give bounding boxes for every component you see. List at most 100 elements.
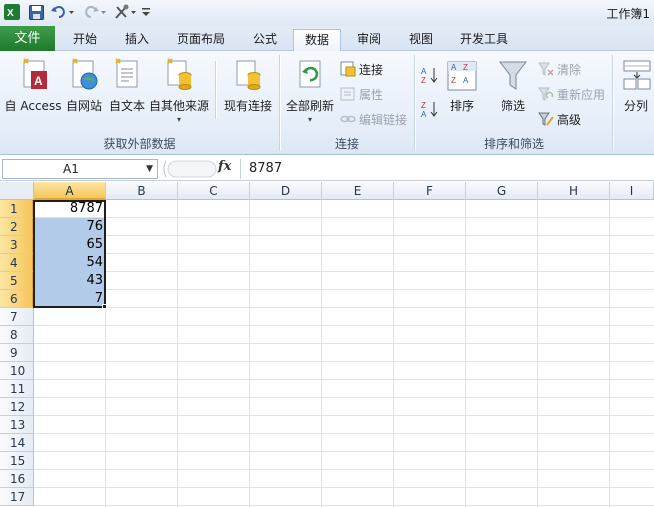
insert-function-icon[interactable]: fx: [218, 159, 231, 174]
column-header-g[interactable]: G: [466, 182, 538, 200]
connections-label: 连接: [359, 62, 384, 77]
gridline: [34, 451, 654, 452]
row-header-17[interactable]: 17: [0, 488, 34, 506]
tab-view[interactable]: 视图: [399, 29, 443, 51]
from-other-sources-label: 自其他来源: [148, 99, 209, 113]
fill-handle[interactable]: [102, 304, 107, 309]
refresh-all-button[interactable]: 全部刷新 ▾: [284, 55, 336, 133]
column-header-d[interactable]: D: [250, 182, 322, 200]
sort-descending-button[interactable]: ZA: [420, 99, 440, 119]
sort-button[interactable]: AZ ZA 排序: [444, 55, 480, 133]
connections-icon: [340, 61, 356, 77]
ribbon: A 自 Access 自网站 自文本 自其他来源 ▾ 现有连接 获取外部数据 全…: [0, 51, 654, 155]
row-header-13[interactable]: 13: [0, 416, 34, 434]
edit-links-label: 编辑链接: [359, 112, 408, 127]
select-all-corner[interactable]: [0, 182, 34, 200]
column-header-h[interactable]: H: [538, 182, 610, 200]
row-header-2[interactable]: 2: [0, 218, 34, 236]
column-header-a[interactable]: A: [34, 182, 106, 200]
cell-a3[interactable]: 65: [34, 236, 106, 254]
clear-filter-button[interactable]: 清除: [538, 59, 581, 79]
column-header-c[interactable]: C: [178, 182, 250, 200]
existing-connections-button[interactable]: 现有连接: [220, 55, 276, 133]
tab-file[interactable]: 文件: [0, 26, 55, 51]
row-header-5[interactable]: 5: [0, 272, 34, 290]
tab-page-layout[interactable]: 页面布局: [168, 29, 234, 51]
gridline: [609, 200, 610, 507]
quick-access-toolbar: X 工作簿1: [0, 0, 654, 26]
chevron-down-icon[interactable]: ▼: [146, 160, 153, 178]
reapply-button[interactable]: 重新应用: [538, 84, 605, 104]
group-label-get-external-data: 获取外部数据: [103, 137, 176, 151]
excel-logo-icon[interactable]: X: [3, 3, 21, 21]
sort-label: 排序: [449, 99, 474, 113]
row-header-6[interactable]: 6: [0, 290, 34, 308]
tab-review[interactable]: 审阅: [347, 29, 391, 51]
tab-home[interactable]: 开始: [63, 29, 107, 51]
gridline: [393, 200, 394, 507]
tools-icon[interactable]: [113, 3, 139, 21]
gridline: [321, 200, 322, 507]
text-to-columns-label: 分列: [623, 99, 648, 113]
svg-text:Z: Z: [451, 76, 456, 85]
row-header-3[interactable]: 3: [0, 236, 34, 254]
row-header-1[interactable]: 1: [0, 200, 34, 218]
column-header-i[interactable]: I: [610, 182, 654, 200]
row-header-9[interactable]: 9: [0, 344, 34, 362]
gridline: [34, 361, 654, 362]
connections-button[interactable]: 连接: [340, 59, 383, 79]
from-access-button[interactable]: A 自 Access: [3, 55, 63, 133]
tab-data[interactable]: 数据: [293, 29, 341, 51]
customize-qat-icon[interactable]: [140, 3, 152, 21]
gridline: [34, 379, 654, 380]
column-header-e[interactable]: E: [322, 182, 394, 200]
save-icon[interactable]: [27, 3, 45, 21]
tab-developer[interactable]: 开发工具: [451, 29, 517, 51]
gridline: [34, 397, 654, 398]
row-header-8[interactable]: 8: [0, 326, 34, 344]
column-header-f[interactable]: F: [394, 182, 466, 200]
filter-label: 筛选: [500, 99, 525, 113]
formula-input[interactable]: 8787: [240, 159, 652, 179]
column-header-b[interactable]: B: [106, 182, 178, 200]
spreadsheet-grid[interactable]: A B C D E F G H I 1 2 3 4 5 6 7 8 9 10 1…: [0, 182, 654, 507]
tab-formulas[interactable]: 公式: [243, 29, 287, 51]
advanced-filter-label: 高级: [557, 112, 582, 127]
redo-icon[interactable]: [82, 3, 108, 21]
excel-window: X 工作簿1 文件 开始 插入 页面布局 公式 数据 审阅 视图 开发工具 A …: [0, 0, 654, 507]
row-header-12[interactable]: 12: [0, 398, 34, 416]
cell-a6[interactable]: 7: [34, 290, 106, 308]
tab-insert[interactable]: 插入: [115, 29, 159, 51]
row-header-10[interactable]: 10: [0, 362, 34, 380]
from-web-button[interactable]: 自网站: [63, 55, 105, 133]
cell-a4[interactable]: 54: [34, 254, 106, 272]
name-box[interactable]: A1 ▼: [2, 159, 158, 179]
cell-a5[interactable]: 43: [34, 272, 106, 290]
row-header-16[interactable]: 16: [0, 470, 34, 488]
from-text-button[interactable]: 自文本: [106, 55, 148, 133]
cell-a2[interactable]: 76: [34, 218, 106, 236]
svg-text:A: A: [451, 63, 457, 72]
gridline: [34, 505, 654, 506]
row-header-15[interactable]: 15: [0, 452, 34, 470]
cell-a1[interactable]: 8787: [34, 200, 106, 218]
advanced-filter-button[interactable]: 高级: [538, 109, 581, 129]
row-header-14[interactable]: 14: [0, 434, 34, 452]
edit-links-button[interactable]: 编辑链接: [340, 109, 407, 129]
from-access-label: 自 Access: [4, 99, 62, 113]
filter-button[interactable]: 筛选: [494, 55, 532, 133]
properties-button[interactable]: 属性: [340, 84, 383, 104]
gridline: [34, 217, 654, 218]
row-header-4[interactable]: 4: [0, 254, 34, 272]
from-other-sources-button[interactable]: 自其他来源 ▾: [148, 55, 210, 133]
dropdown-arrow-icon: ▾: [176, 115, 181, 124]
gridline: [465, 200, 466, 507]
text-to-columns-button[interactable]: 分列: [618, 55, 654, 133]
row-header-7[interactable]: 7: [0, 308, 34, 326]
properties-icon: [340, 86, 356, 102]
reapply-label: 重新应用: [557, 87, 606, 102]
sort-ascending-button[interactable]: AZ: [420, 65, 440, 85]
undo-icon[interactable]: [50, 3, 76, 21]
gridline: [34, 235, 654, 236]
row-header-11[interactable]: 11: [0, 380, 34, 398]
